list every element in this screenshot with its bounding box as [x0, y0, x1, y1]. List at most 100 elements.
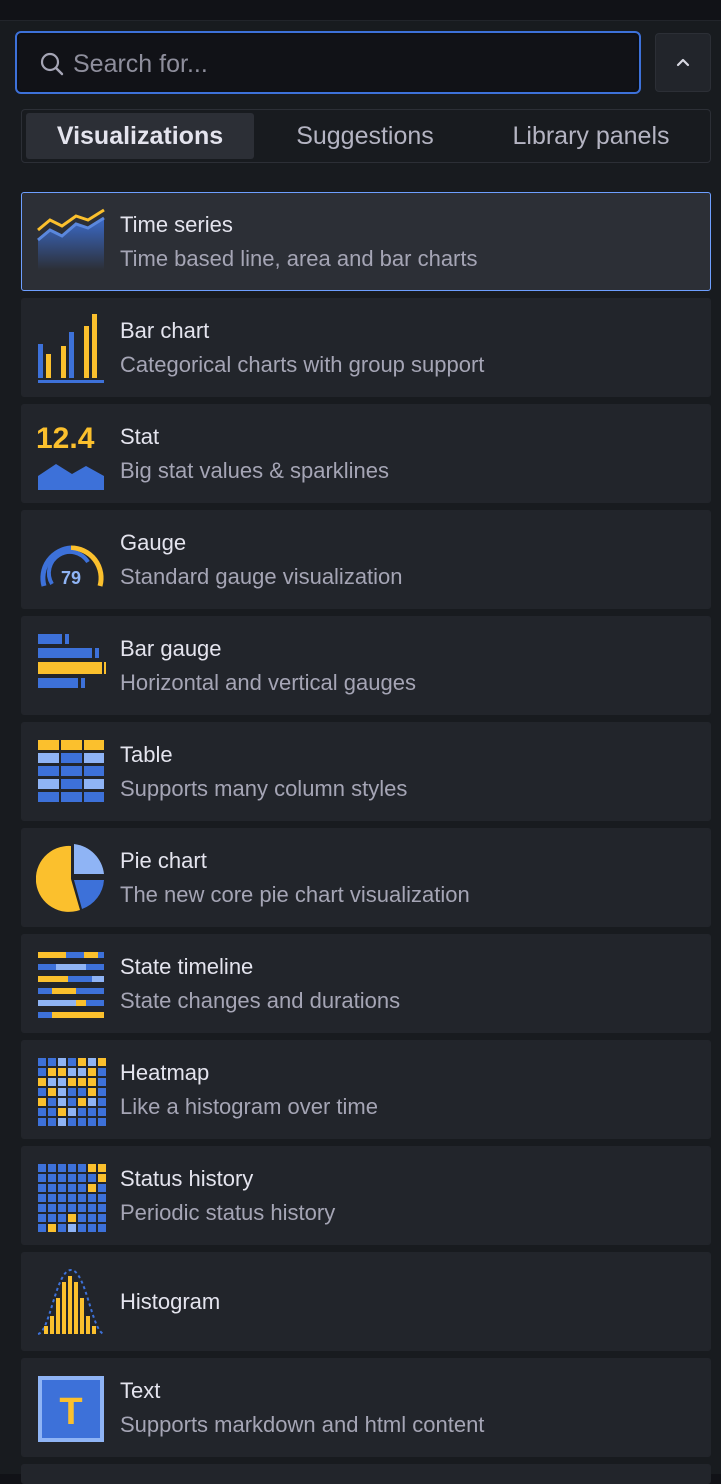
viz-title: State timeline — [120, 954, 254, 979]
icon-cell — [68, 1174, 76, 1182]
icon-cell — [48, 1068, 56, 1076]
icon-cell — [68, 1078, 76, 1086]
icon-cell — [38, 1088, 46, 1096]
viz-item-state-timeline[interactable]: State timeline State changes and duratio… — [21, 934, 711, 1033]
icon-cell — [78, 1174, 86, 1182]
icon-cell — [38, 1068, 46, 1076]
viz-description: The new core pie chart visualization — [120, 882, 470, 907]
icon-cell — [48, 1058, 56, 1066]
icon-cell — [98, 1088, 106, 1096]
search-input[interactable] — [71, 41, 635, 87]
icon-cell — [88, 1194, 96, 1202]
icon-cell — [88, 1164, 96, 1172]
icon-cell — [88, 1058, 96, 1066]
viz-item-histogram[interactable]: Histogram — [21, 1252, 711, 1351]
icon-cell — [88, 1224, 96, 1232]
icon-cell — [38, 1078, 46, 1086]
viz-item-table[interactable]: Table Supports many column styles — [21, 722, 711, 821]
viz-item-time-series[interactable]: Time series Time based line, area and ba… — [21, 192, 711, 291]
state-timeline-icon — [38, 952, 104, 1018]
icon-cell — [88, 1118, 96, 1126]
icon-cell — [38, 1194, 46, 1202]
status-history-icon — [38, 1164, 106, 1232]
time-series-icon — [37, 208, 105, 270]
icon-cell — [68, 1108, 76, 1116]
icon-cell — [48, 1214, 56, 1222]
icon-cell — [58, 1214, 66, 1222]
heatmap-icon — [38, 1058, 106, 1126]
tab-library-panels[interactable]: Library panels — [476, 113, 706, 159]
icon-cell — [88, 1088, 96, 1096]
viz-title: Pie chart — [120, 848, 207, 873]
viz-item-next[interactable] — [21, 1464, 711, 1484]
icon-cell — [68, 1184, 76, 1192]
icon-cell — [38, 1214, 46, 1222]
icon-cell — [48, 1108, 56, 1116]
icon-cell — [88, 1174, 96, 1182]
icon-cell — [98, 1184, 106, 1192]
viz-title: Status history — [120, 1166, 254, 1191]
viz-item-status-history[interactable]: Status history Periodic status history — [21, 1146, 711, 1245]
viz-item-text[interactable]: T Text Supports markdown and html conten… — [21, 1358, 711, 1457]
icon-cell — [98, 1078, 106, 1086]
viz-item-gauge[interactable]: 79 Gauge Standard gauge visualization — [21, 510, 711, 609]
icon-cell — [98, 1098, 106, 1106]
icon-cell — [98, 1164, 106, 1172]
viz-item-heatmap[interactable]: Heatmap Like a histogram over time — [21, 1040, 711, 1139]
icon-cell — [38, 1204, 46, 1212]
viz-item-pie-chart[interactable]: Pie chart The new core pie chart visuali… — [21, 828, 711, 927]
icon-cell — [68, 1068, 76, 1076]
viz-item-bar-gauge[interactable]: Bar gauge Horizontal and vertical gauges — [21, 616, 711, 715]
icon-cell — [38, 1118, 46, 1126]
text-icon: T — [38, 1376, 104, 1442]
histogram-icon — [37, 1268, 105, 1335]
icon-cell — [48, 1204, 56, 1212]
icon-cell — [38, 1108, 46, 1116]
icon-cell — [48, 1088, 56, 1096]
icon-cell — [58, 1078, 66, 1086]
panel-divider — [0, 20, 721, 21]
viz-item-stat[interactable]: 12.4 Stat Big stat values & sparklines — [21, 404, 711, 503]
collapse-button[interactable] — [655, 33, 711, 92]
icon-cell — [78, 1108, 86, 1116]
icon-cell — [88, 1078, 96, 1086]
icon-cell — [88, 1214, 96, 1222]
icon-cell — [38, 1224, 46, 1232]
icon-cell — [78, 1078, 86, 1086]
viz-description: Standard gauge visualization — [120, 564, 403, 589]
icon-cell — [98, 1224, 106, 1232]
svg-text:12.4: 12.4 — [36, 422, 95, 455]
icon-cell — [98, 1058, 106, 1066]
viz-title: Heatmap — [120, 1060, 210, 1085]
icon-cell — [78, 1214, 86, 1222]
icon-cell — [38, 1058, 46, 1066]
viz-item-bar-chart[interactable]: Bar chart Categorical charts with group … — [21, 298, 711, 397]
icon-cell — [68, 1118, 76, 1126]
viz-description: Supports markdown and html content — [120, 1412, 485, 1437]
icon-cell — [48, 1098, 56, 1106]
icon-cell — [58, 1224, 66, 1232]
icon-cell — [88, 1098, 96, 1106]
icon-cell — [88, 1068, 96, 1076]
icon-cell — [58, 1194, 66, 1202]
viz-title: Gauge — [120, 530, 187, 555]
viz-description: Categorical charts with group support — [120, 352, 485, 377]
icon-cell — [68, 1194, 76, 1202]
icon-cell — [78, 1088, 86, 1096]
icon-cell — [68, 1204, 76, 1212]
icon-cell — [78, 1068, 86, 1076]
viz-description: Like a histogram over time — [120, 1094, 378, 1119]
tab-visualizations[interactable]: Visualizations — [26, 113, 254, 159]
search-box[interactable] — [15, 31, 641, 94]
viz-description: Supports many column styles — [120, 776, 408, 801]
viz-description: Periodic status history — [120, 1200, 336, 1225]
tab-suggestions[interactable]: Suggestions — [254, 113, 476, 159]
icon-cell — [48, 1078, 56, 1086]
stat-icon: 12.4 — [36, 422, 104, 490]
viz-title: Time series — [120, 212, 233, 237]
viz-description: Big stat values & sparklines — [120, 458, 390, 483]
icon-cell — [68, 1164, 76, 1172]
icon-cell — [78, 1224, 86, 1232]
pie-chart-icon — [36, 844, 104, 912]
viz-title: Text — [120, 1378, 161, 1403]
